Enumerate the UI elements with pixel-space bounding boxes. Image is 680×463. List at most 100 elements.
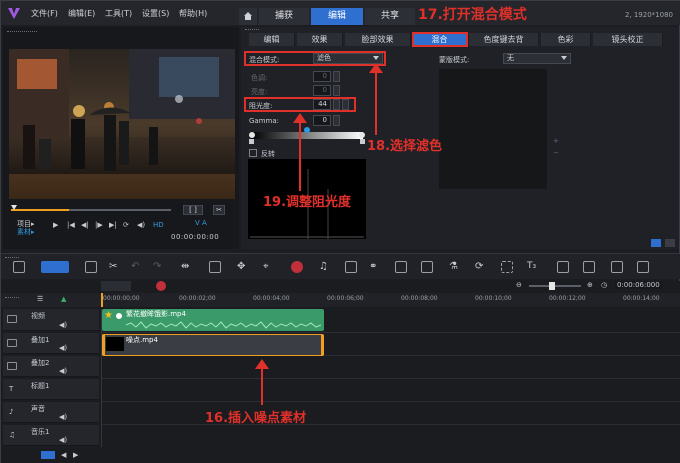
mute-icon[interactable]: ◀) (59, 367, 67, 375)
track-header-overlay2[interactable]: 叠加2 ◀) (3, 356, 99, 377)
split-clip-button[interactable]: ✂ (213, 205, 225, 215)
timecode[interactable]: 00:00:00:00 (171, 233, 219, 241)
gamma-spinner[interactable] (333, 115, 340, 126)
mark-in-icon[interactable] (156, 281, 166, 291)
opt-tab-blend[interactable]: 混合 (412, 32, 468, 47)
cut-icon[interactable]: ✂ (109, 261, 117, 272)
panel-grip[interactable] (7, 31, 37, 34)
repeat-icon[interactable]: ⟳ (123, 221, 129, 229)
3d-title-icon[interactable]: T₃ (527, 261, 536, 271)
ruler-grip[interactable] (5, 297, 19, 300)
trim-markers-button[interactable]: [ ] (183, 205, 203, 215)
timeline-ruler[interactable]: ☰ ▲ 00:00:00;00 00:00:02;00 00:00:04;00 … (1, 293, 680, 307)
clip-trim-handle-left[interactable] (102, 335, 105, 355)
stabilize-icon[interactable] (611, 261, 623, 273)
subtitle-icon[interactable] (345, 261, 357, 273)
opacity-spinner-up[interactable] (333, 99, 340, 110)
motion-icon[interactable]: ✥ (237, 261, 245, 272)
invert-checkbox[interactable] (249, 149, 257, 157)
redo-icon[interactable]: ↷ (153, 261, 161, 272)
menu-edit[interactable]: 编辑(E) (68, 8, 95, 19)
zoom-slider-thumb[interactable] (549, 282, 555, 290)
go-end-button[interactable]: ▶| (109, 221, 117, 229)
hue-value[interactable]: 0 (313, 71, 331, 82)
tab-edit[interactable]: 编辑 (311, 8, 363, 25)
opt-tab-chroma[interactable]: 色度键去背 (469, 33, 539, 46)
track-header-voice[interactable]: ♪ 声音 ◀) (3, 402, 99, 423)
storyboard-view-icon[interactable] (13, 261, 25, 273)
undo-icon[interactable]: ↶ (131, 261, 139, 272)
panel-expand-icon[interactable] (665, 239, 675, 247)
menu-tools[interactable]: 工具(T) (105, 8, 132, 19)
crop-icon[interactable] (501, 261, 513, 273)
record-icon[interactable] (291, 261, 303, 273)
track-header-music1[interactable]: ♫ 音乐1 ◀) (3, 425, 99, 446)
track-motion-icon[interactable]: ⌖ (263, 261, 269, 272)
repeat-track-icon[interactable]: ⟳ (475, 261, 483, 272)
gamma-value[interactable]: 0 (313, 115, 331, 126)
hd-badge[interactable]: HD (153, 221, 164, 229)
fit-view-icon[interactable]: V A (195, 219, 207, 227)
track-header-title1[interactable]: T 标题1 (3, 379, 99, 400)
preview-scrubber[interactable] (11, 205, 171, 215)
overlay-clip[interactable]: 噪点.mp4 (102, 334, 324, 356)
add-mask-icon[interactable]: + (553, 137, 559, 145)
track-manager-button[interactable] (101, 281, 131, 291)
speed-icon[interactable] (583, 261, 595, 273)
opacity-value[interactable]: 44 (313, 99, 331, 110)
timeline-view-icon[interactable] (41, 261, 69, 273)
prev-frame-button[interactable]: ◀| (81, 221, 89, 229)
clip-trim-handle-right[interactable] (321, 335, 324, 355)
brightness-value[interactable]: 0 (313, 85, 331, 96)
render-icon[interactable] (637, 261, 649, 273)
video-clip[interactable]: ★ 繁花撤眸饿影.mp4 (102, 309, 324, 331)
tab-share[interactable]: 共享 (365, 8, 415, 25)
toolbar-grip[interactable] (5, 257, 19, 260)
remove-mask-icon[interactable]: − (553, 149, 559, 157)
mask-mode-dropdown[interactable]: 无 (503, 53, 571, 64)
playhead[interactable] (101, 293, 103, 307)
opacity-spinner-down[interactable] (342, 99, 349, 110)
opt-tab-effect[interactable]: 效果 (297, 33, 343, 46)
gamma-gradient-slider[interactable] (249, 127, 367, 145)
play-button[interactable]: ▶ (53, 221, 58, 229)
mute-icon[interactable]: ◀) (59, 321, 67, 329)
scroll-left-icon[interactable]: ◀ (61, 451, 66, 459)
home-button[interactable] (239, 8, 257, 25)
hue-spinner[interactable] (333, 71, 340, 82)
opt-tab-color[interactable]: 色彩 (541, 33, 591, 46)
grid-icon[interactable] (421, 261, 433, 273)
opt-tab-face[interactable]: 脸部效果 (345, 33, 411, 46)
track-header-overlay1[interactable]: 叠加1 ◀) (3, 333, 99, 354)
zoom-out-icon[interactable]: ⊖ (516, 281, 522, 289)
zoom-timecode[interactable]: 0:00:06:000 (615, 281, 662, 289)
track-list-icon[interactable]: ☰ (37, 295, 43, 303)
split-screen-icon[interactable] (395, 261, 407, 273)
options-grip[interactable] (245, 29, 259, 32)
zoom-in-icon[interactable]: ⊕ (587, 281, 593, 289)
add-media-icon[interactable] (85, 261, 97, 273)
audio-mixer-icon[interactable]: ♫ (319, 261, 328, 272)
opt-tab-lens[interactable]: 镜头校正 (593, 33, 663, 46)
fit-timeline-icon[interactable]: ⇹ (181, 261, 189, 272)
preview-video[interactable] (9, 49, 235, 199)
mask-creator-icon[interactable]: ⚗ (449, 261, 458, 272)
panel-resize-icon[interactable] (651, 239, 661, 247)
go-start-button[interactable]: |◀ (67, 221, 75, 229)
tab-capture[interactable]: 捕获 (259, 8, 309, 25)
color-grading-icon[interactable] (557, 261, 569, 273)
brightness-spinner[interactable] (333, 85, 340, 96)
add-track-icon[interactable]: ▲ (61, 295, 66, 303)
scroll-right-icon[interactable]: ▶ (73, 451, 78, 459)
menu-help[interactable]: 帮助(H) (179, 8, 207, 19)
mute-icon[interactable]: ◀) (59, 436, 67, 444)
clip-mode-label[interactable]: 素材▸ (17, 227, 35, 237)
multicam-icon[interactable]: ⚭ (369, 261, 377, 272)
next-frame-button[interactable]: |▶ (95, 221, 103, 229)
volume-icon[interactable]: ◀) (137, 221, 145, 229)
mute-icon[interactable]: ◀) (59, 413, 67, 421)
opt-tab-edit[interactable]: 编辑 (249, 33, 295, 46)
snapshot-icon[interactable] (209, 261, 221, 273)
track-header-video[interactable]: 视频 ◀) (3, 309, 99, 331)
mute-icon[interactable]: ◀) (59, 344, 67, 352)
